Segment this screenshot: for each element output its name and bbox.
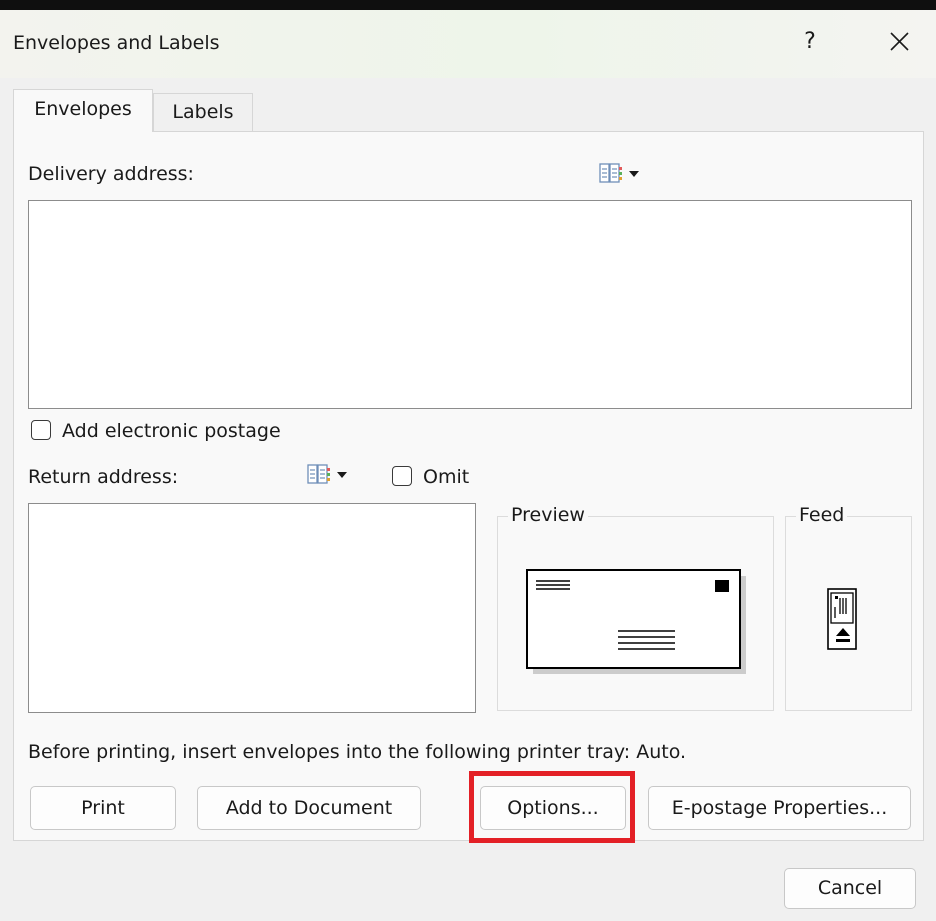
help-button[interactable]: ? (790, 22, 830, 62)
window-top-edge (0, 0, 936, 10)
electronic-postage-label: Add electronic postage (62, 420, 281, 442)
return-address-label: Return address: (28, 466, 179, 488)
tab-labels[interactable]: Labels (153, 93, 253, 131)
delivery-address-input[interactable] (28, 200, 912, 409)
preview-title: Preview (508, 504, 588, 526)
omit-label: Omit (423, 466, 470, 488)
return-address-book-button[interactable] (307, 463, 377, 487)
delivery-address-label: Delivery address: (28, 163, 194, 185)
tab-labels-label: Labels (172, 101, 234, 123)
preview-group: Preview (497, 504, 774, 711)
add-to-document-button[interactable]: Add to Document (197, 786, 421, 830)
feed-method-image[interactable] (826, 587, 860, 653)
cancel-button[interactable]: Cancel (784, 868, 916, 909)
title-bar: Envelopes and Labels ? (0, 10, 936, 78)
close-icon (890, 32, 909, 51)
tab-envelopes[interactable]: Envelopes (13, 89, 153, 132)
chevron-down-icon (629, 171, 639, 177)
printer-tray-info: Before printing, insert envelopes into t… (28, 741, 687, 763)
delivery-address-book-button[interactable] (599, 162, 669, 186)
tab-envelopes-label: Envelopes (34, 98, 132, 120)
address-book-icon (599, 163, 622, 183)
epostage-properties-button[interactable]: E-postage Properties... (648, 786, 911, 830)
return-address-input[interactable] (28, 503, 476, 713)
envelope-preview-image[interactable] (524, 567, 750, 677)
chevron-down-icon (337, 472, 347, 478)
dialog-title: Envelopes and Labels (13, 32, 220, 54)
address-book-icon (307, 464, 330, 484)
options-highlight-box (469, 771, 635, 843)
print-button[interactable]: Print (30, 786, 176, 830)
feed-group: Feed (785, 504, 912, 711)
close-button[interactable] (870, 22, 930, 62)
electronic-postage-checkbox[interactable] (31, 420, 51, 440)
feed-title: Feed (796, 504, 848, 526)
omit-checkbox[interactable] (392, 466, 412, 486)
